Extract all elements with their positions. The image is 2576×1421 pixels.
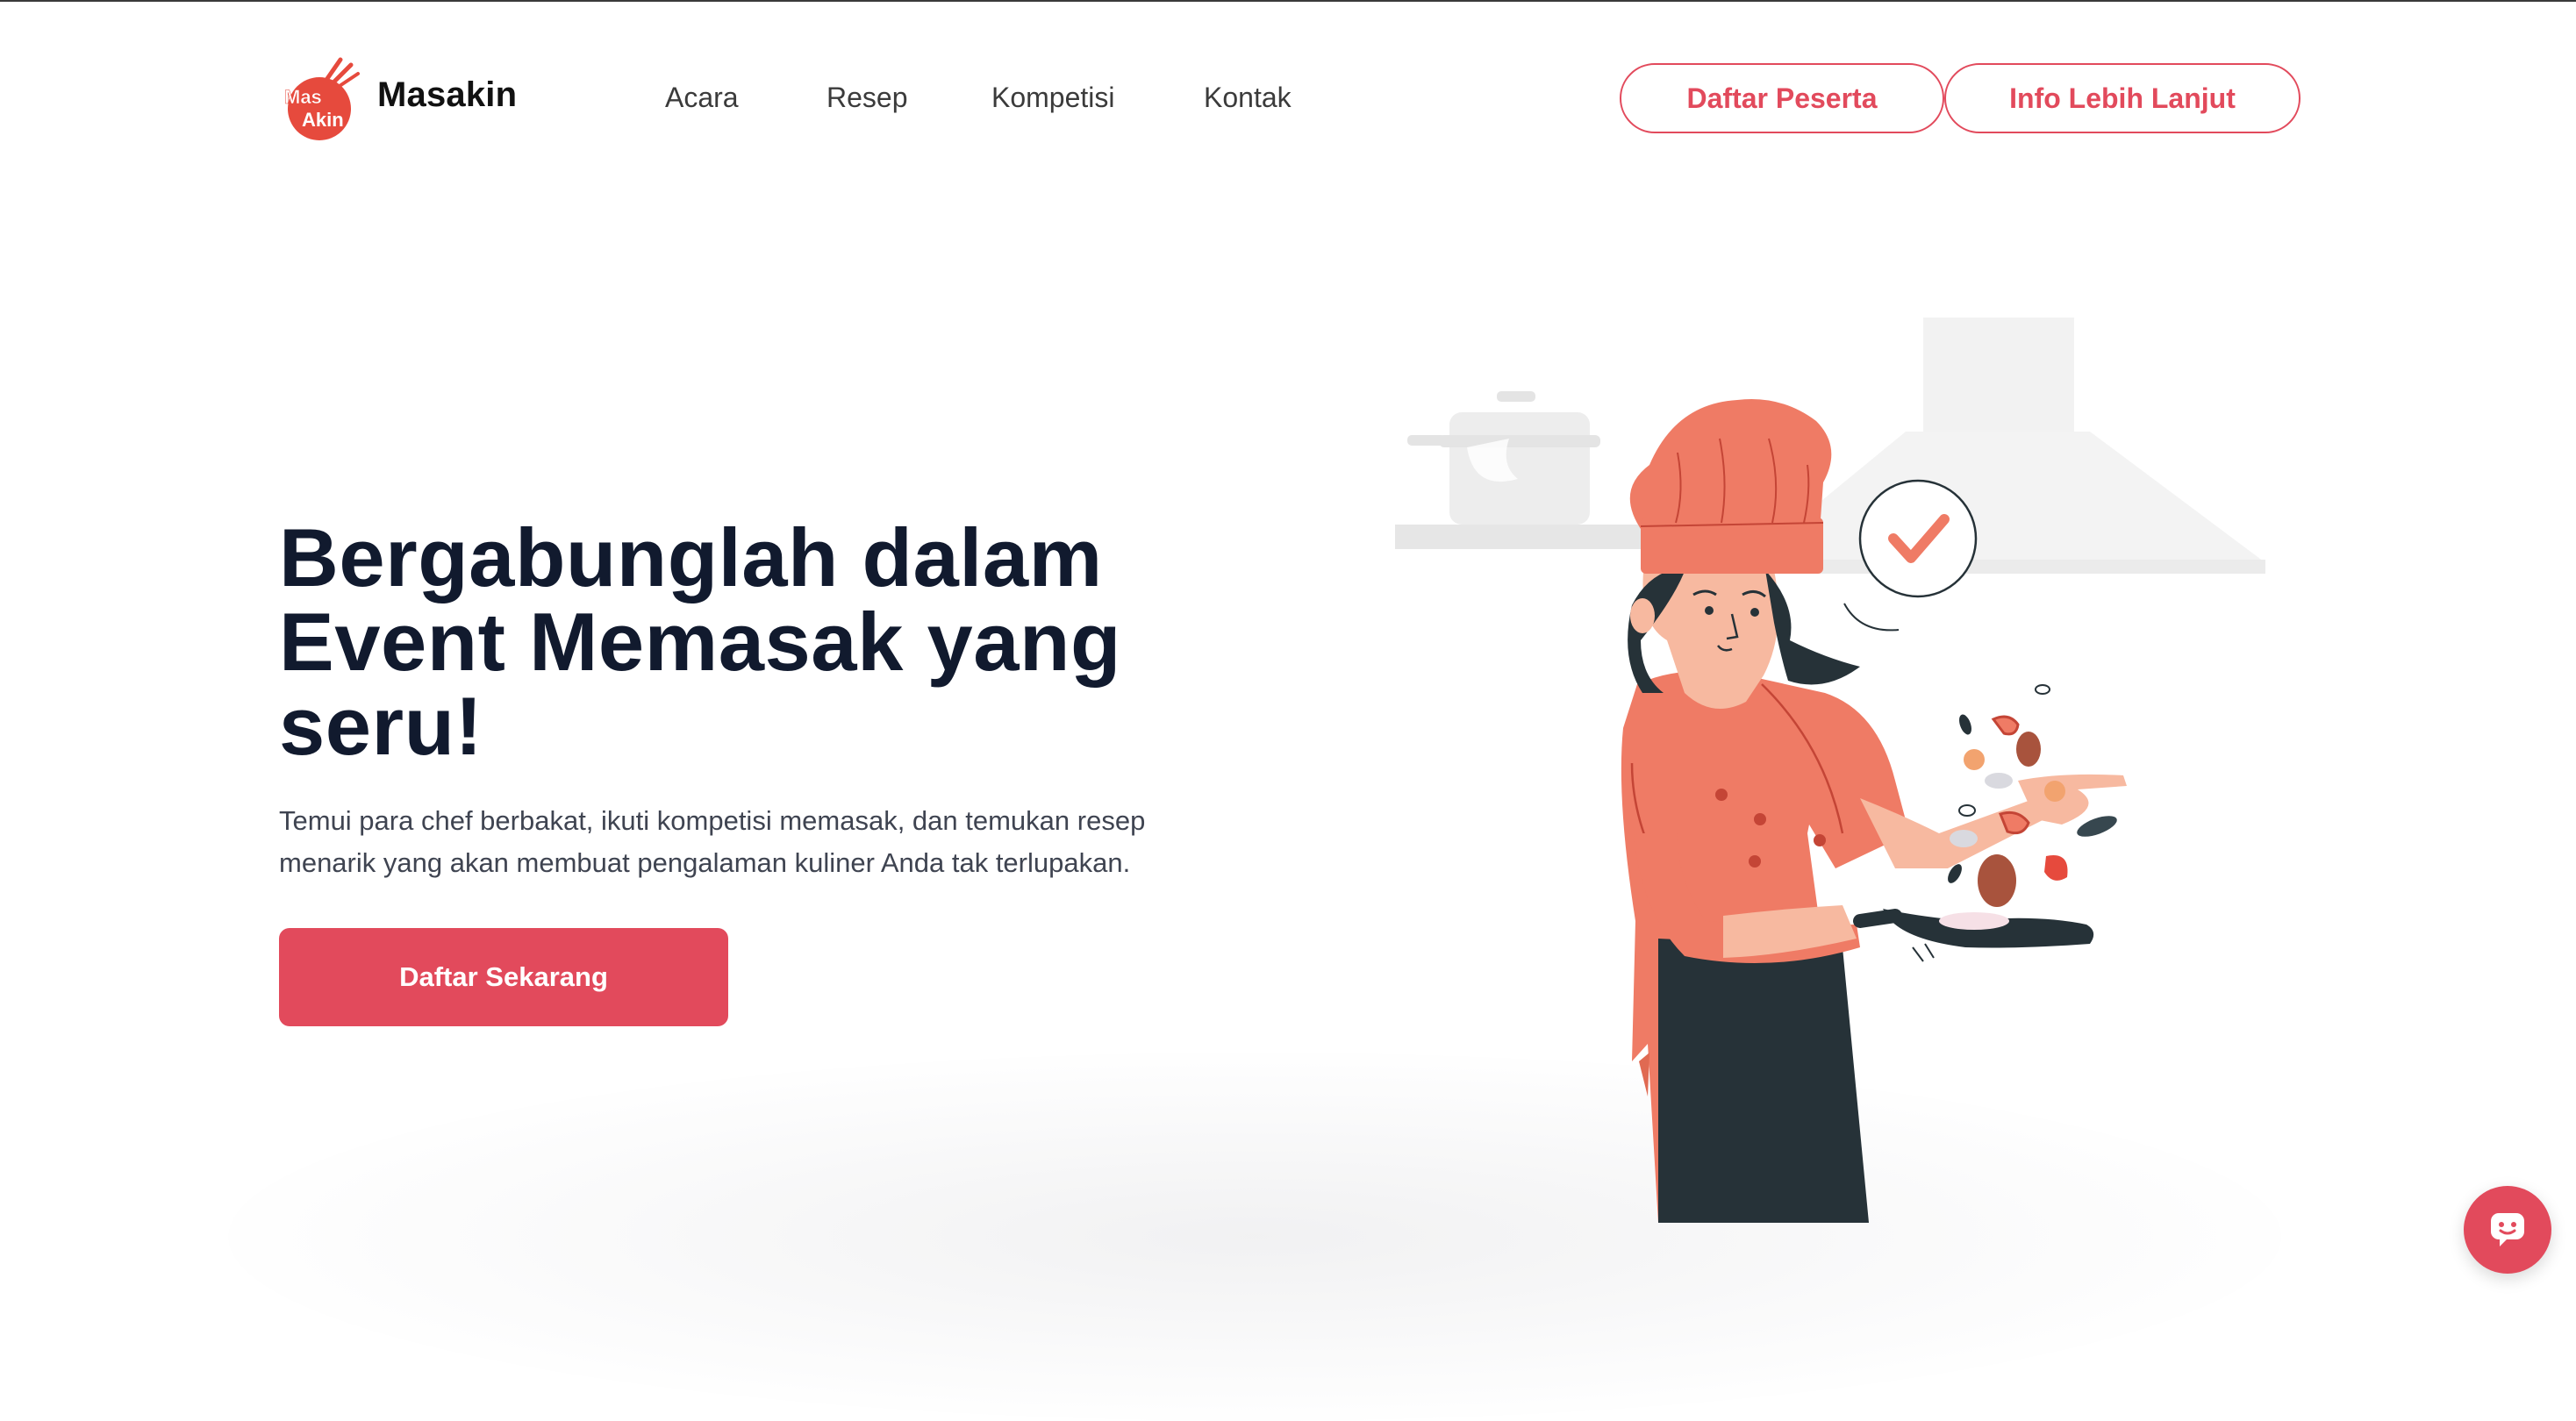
hero-title-line2-rest: yang [903,596,1121,688]
daftar-peserta-button[interactable]: Daftar Peserta [1620,63,1944,133]
chef-illustration-svg [1395,318,2265,1223]
hero-description-line1: Temui para chef berbakat, ikuti kompetis… [279,805,1146,836]
nav-link-kompetisi[interactable]: Kompetisi [991,82,1115,114]
hero-title-line3: seru! [279,680,483,772]
hero-description: Temui para chef berbakat, ikuti kompetis… [279,800,1262,884]
nav-link-resep[interactable]: Resep [826,82,908,114]
chef-body [1621,670,2127,1223]
masakin-logo[interactable]: Mas Akin [279,56,361,142]
brand-name[interactable]: Masakin [377,75,517,115]
nav-link-kontak[interactable]: Kontak [1204,82,1292,114]
hero-title-line1: Bergabunglah dalam [279,511,1103,603]
logo-icon: Mas Akin [284,57,360,140]
hero-title-emphasis: Event Memasak [279,596,904,688]
info-lebih-lanjut-button[interactable]: Info Lebih Lanjut [1944,63,2301,133]
chef-cooking-illustration [1369,307,2299,1228]
daftar-sekarang-button[interactable]: Daftar Sekarang [279,928,728,1026]
chat-bot-icon [2491,1213,2524,1246]
top-border [0,0,2576,2]
logo-text-top: Mas [284,86,322,108]
frying-pan [1853,909,2094,962]
hero-title: Bergabunglah dalam Event Memasak yang se… [279,516,1314,768]
nav-link-acara[interactable]: Acara [665,82,739,114]
chat-widget-button[interactable] [2464,1186,2551,1274]
logo-text-bottom: Akin [302,109,344,131]
hero-description-line2: menarik yang akan membuat pengalaman kul… [279,847,1131,878]
